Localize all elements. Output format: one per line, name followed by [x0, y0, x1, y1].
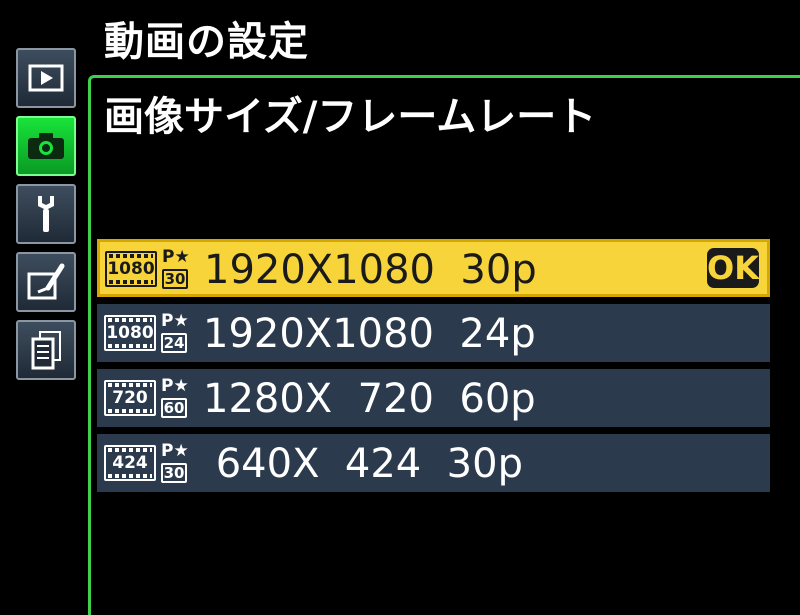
option-label: 1920X1080 30p [204, 247, 537, 293]
tab-my-menu[interactable] [16, 320, 76, 380]
ok-button-icon[interactable]: OK [707, 248, 759, 288]
frame-rate-badge: P★ 24 [161, 311, 189, 353]
frame-rate-badge: P★ 60 [161, 376, 189, 418]
setting-title: 画像サイズ/フレームレート [104, 94, 597, 140]
option-640x424-30p[interactable]: 424 P★ 30 640X 424 30p [97, 434, 770, 492]
tab-shooting[interactable] [16, 116, 76, 176]
retouch-icon [26, 262, 66, 302]
wrench-icon [30, 194, 62, 234]
option-label: 640X 424 30p [203, 441, 523, 487]
resolution-badge: 424 [104, 445, 156, 481]
tab-playback[interactable] [16, 48, 76, 108]
resolution-badge: 1080 [105, 251, 157, 287]
menu-title: 動画の設定 [104, 19, 309, 65]
option-1920x1080-30p[interactable]: 1080 P★ 30 1920X1080 30p OK [97, 239, 770, 297]
tab-retouch[interactable] [16, 252, 76, 312]
resolution-badge: 720 [104, 380, 156, 416]
option-1920x1080-24p[interactable]: 1080 P★ 24 1920X1080 24p [97, 304, 770, 362]
frame-rate-badge: P★ 30 [161, 441, 189, 483]
tab-setup[interactable] [16, 184, 76, 244]
option-1280x720-60p[interactable]: 720 P★ 60 1280X 720 60p [97, 369, 770, 427]
camera-icon [26, 131, 66, 161]
list-icon [30, 330, 62, 370]
option-label: 1280X 720 60p [203, 376, 536, 422]
resolution-badge: 1080 [104, 315, 156, 351]
option-label: 1920X1080 24p [203, 311, 536, 357]
frame-rate-badge: P★ 30 [162, 247, 190, 289]
playback-icon [28, 64, 64, 92]
